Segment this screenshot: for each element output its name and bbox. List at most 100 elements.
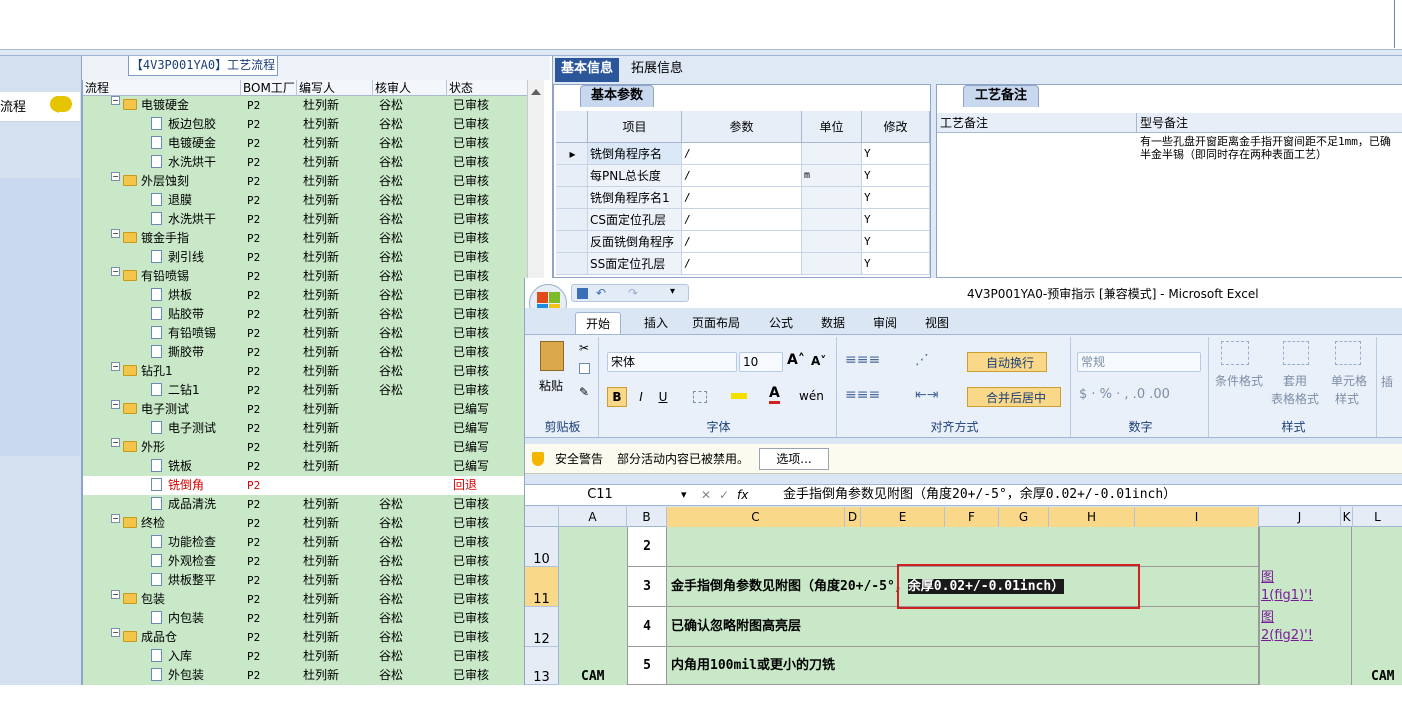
param-col-header[interactable]: 参数 [682,111,802,143]
tab-basic-info[interactable]: 基本信息 [555,58,620,82]
cut-icon[interactable]: ✂ [579,341,589,355]
ribbon-tab[interactable]: 开始 [575,312,621,334]
cell-a-cam[interactable]: CAM [581,669,604,684]
wrap-text-button[interactable]: 自动换行 [967,352,1047,372]
param-unit-cell[interactable] [802,143,862,165]
column-header[interactable]: G [999,507,1049,527]
param-row[interactable]: 铣倒角程序名1/ Y [556,187,930,209]
qat-dropdown-icon[interactable]: ▾ [670,286,675,297]
param-col-header[interactable]: 单位 [802,111,862,143]
align-left-icon[interactable]: ≡≡≡ [845,387,880,403]
tree-col-header[interactable]: 编写人 [297,80,373,96]
paste-button[interactable]: 粘贴 [539,377,563,394]
cell-l-cam[interactable]: CAM [1371,669,1394,684]
column-header[interactable]: F [945,507,999,527]
process-notes-title[interactable]: 工艺备注 [963,85,1039,107]
process-tree[interactable]: 流程 BOM工厂 编写人 核审人 状态 − 电镀硬金 P2 杜列新 谷松 已审核 板边包胶 P2 杜列新… [82,80,528,685]
basic-params-title[interactable]: 基本参数 [580,85,655,107]
param-unit-cell[interactable]: m [802,165,862,187]
number-format-select[interactable]: 常规 [1077,352,1201,372]
column-header[interactable]: K [1341,507,1353,527]
ribbon-tab[interactable]: 页面布局 [685,312,747,334]
column-header[interactable]: D [845,507,861,527]
param-item-cell[interactable]: CS面定位孔层 [588,209,682,231]
param-col-header[interactable]: 修改 [862,111,930,143]
column-header[interactable]: L [1353,507,1402,527]
tree-row[interactable]: 二钻1 P2 杜列新 谷松 已审核 [83,381,528,400]
ribbon-tab[interactable]: 数据 [813,312,853,334]
tree-row[interactable]: − 有铅喷锡 P2 杜列新 谷松 已审核 [83,267,528,286]
param-value-cell[interactable]: / [682,187,802,209]
row-header[interactable]: 11 [525,567,559,607]
cell-style-button-line[interactable]: 单元格 [1331,372,1367,389]
cell-style-button-line[interactable]: 样式 [1335,390,1359,407]
param-value-cell[interactable]: / [682,231,802,253]
tree-col-header[interactable]: 状态 [447,80,528,96]
cell-b[interactable]: 4 [627,607,667,647]
increase-font-icon[interactable]: A˄ [787,352,805,368]
param-row[interactable]: 每PNL总长度 / m Y [556,165,930,187]
underline-icon[interactable]: U [653,387,673,407]
collapse-icon[interactable]: − [111,362,120,371]
param-item-cell[interactable]: SS面定位孔层 [588,253,682,275]
comment-icon[interactable] [50,96,72,113]
tree-row[interactable]: 电子测试 P2 杜列新 已编写 [83,419,528,438]
table-format-button-line[interactable]: 套用 [1283,372,1307,389]
cell-c[interactable]: 已确认忽略附图高亮层 [667,607,1259,647]
tree-row[interactable]: − 镀金手指 P2 杜列新 谷松 已审核 [83,229,528,248]
orientation-icon[interactable]: ⋰ [915,352,929,368]
param-unit-cell[interactable] [802,253,862,275]
column-header[interactable]: I [1135,507,1259,527]
tree-col-header[interactable]: BOM工厂 [241,80,297,96]
tree-row[interactable]: 贴胶带 P2 杜列新 谷松 已审核 [83,305,528,324]
param-unit-cell[interactable] [802,231,862,253]
param-value-cell[interactable]: / [682,209,802,231]
hyperlink-cell[interactable]: 1(fig1)'! [1261,587,1313,605]
row-header[interactable]: 12 [525,607,559,647]
options-button[interactable]: 选项... [759,448,829,470]
param-edit-cell[interactable]: Y [862,231,930,253]
tree-row[interactable]: 铣倒角 P2 回退 [83,476,528,495]
scroll-up-icon[interactable] [531,84,541,95]
tree-row[interactable]: 外包装 P2 杜列新 谷松 已审核 [83,666,528,685]
indent-icon[interactable]: ⇤⇥ [915,387,938,403]
tree-row[interactable]: 水洗烘干 P2 杜列新 谷松 已审核 [83,153,528,172]
param-unit-cell[interactable] [802,187,862,209]
tree-col-header[interactable]: 流程 [83,80,241,96]
number-format-icons[interactable]: $ · % · , .0 .00 [1079,387,1170,402]
select-all-corner[interactable] [525,507,559,527]
param-edit-cell[interactable]: Y [862,165,930,187]
tab-extended-info[interactable]: 拓展信息 [625,58,689,82]
quick-access-toolbar[interactable]: ↶ ↷ ▾ [571,284,689,302]
bold-icon[interactable]: B [607,387,627,407]
param-edit-cell[interactable]: Y [862,253,930,275]
phonetic-icon[interactable]: wén [799,389,824,403]
hyperlink-cell[interactable]: 图 [1261,569,1274,587]
param-item-cell[interactable]: 铣倒角程序名1 [588,187,682,209]
tree-row[interactable]: 功能检查 P2 杜列新 谷松 已审核 [83,533,528,552]
tree-row[interactable]: 剥引线 P2 杜列新 谷松 已审核 [83,248,528,267]
collapse-icon[interactable]: − [111,590,120,599]
border-icon[interactable] [693,391,707,403]
formula-cancel-icon[interactable]: ✕ [701,485,711,505]
param-edit-cell[interactable]: Y [862,143,930,165]
tree-row[interactable]: 撕胶带 P2 杜列新 谷松 已审核 [83,343,528,362]
tree-col-header[interactable]: 核审人 [373,80,447,96]
decrease-font-icon[interactable]: A˅ [811,354,826,368]
column-header[interactable]: J [1259,507,1341,527]
name-box[interactable]: C11 [525,485,675,505]
ribbon-tab[interactable]: 视图 [917,312,957,334]
align-top-icon[interactable]: ≡≡≡ [845,352,880,368]
cell-c[interactable]: 内角用100mil或更小的刀铣 [667,647,1259,685]
ribbon-tab[interactable]: 公式 [761,312,801,334]
tree-row[interactable]: 水洗烘干 P2 杜列新 谷松 已审核 [83,210,528,229]
hyperlink-cell[interactable]: 图 [1261,609,1274,627]
param-row[interactable]: 反面铣倒角程序 / Y [556,231,930,253]
tree-row[interactable]: 退膜 P2 杜列新 谷松 已审核 [83,191,528,210]
cell-b[interactable]: 5 [627,647,667,685]
tree-row[interactable]: 内包装 P2 杜列新 谷松 已审核 [83,609,528,628]
cell-b[interactable]: 2 [627,527,667,567]
column-header[interactable]: E [861,507,945,527]
param-value-cell[interactable]: / [682,253,802,275]
hyperlink-cell[interactable]: 2(fig2)'! [1261,627,1313,645]
